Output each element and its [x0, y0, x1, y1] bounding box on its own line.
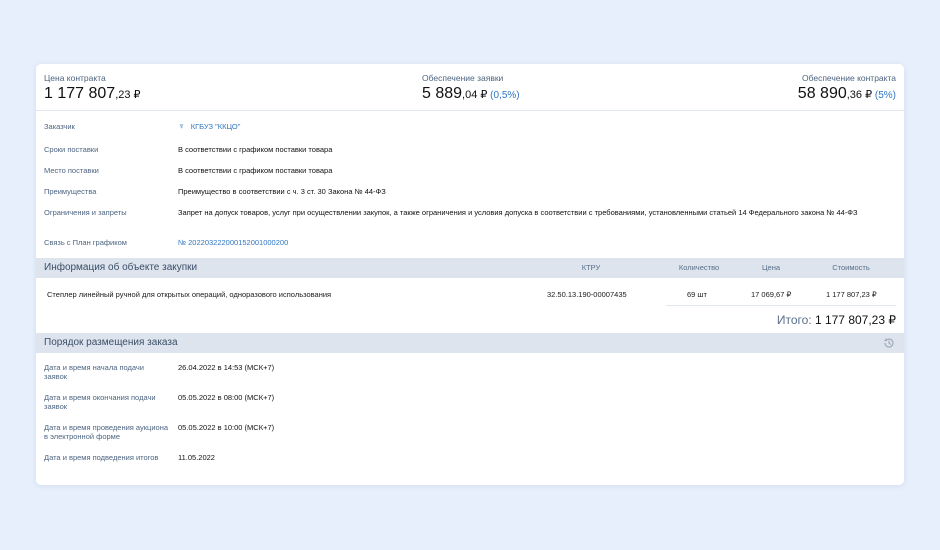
order-label: Дата и время начала подачи заявок — [44, 363, 144, 381]
detail-value: Запрет на допуск товаров, услуг при осущ… — [178, 208, 858, 217]
contract-security: Обеспечение контракта 58 890,36 ₽ (5%) — [798, 73, 896, 103]
contract-price: Цена контракта 1 177 807,23 ₽ — [44, 73, 141, 103]
total-value: 1 177 807,23 ₽ — [814, 313, 896, 327]
detail-label: Преимущества — [44, 187, 97, 196]
order-section-header: Порядок размещения заказа — [36, 333, 904, 353]
order-label: Дата и время проведения аукциона в элект… — [44, 423, 169, 441]
bid-security-label: Обеспечение заявки — [422, 73, 504, 83]
item-name: Степлер линейный ручной для открытых опе… — [47, 290, 332, 299]
purchase-section-header: Информация об объекте закупки КТРУ Колич… — [36, 258, 904, 278]
procurement-card: Цена контракта 1 177 807,23 ₽ Обеспечени… — [36, 64, 904, 485]
section-title: Информация об объекте закупки — [44, 262, 198, 273]
column-quantity: Количество — [678, 263, 720, 272]
order-label: Дата и время окончания подачи заявок — [44, 393, 156, 411]
purchase-item-row: Степлер линейный ручной для открытых опе… — [36, 278, 904, 306]
history-icon[interactable] — [882, 336, 896, 350]
detail-value: В соответствии с графиком поставки товар… — [178, 145, 333, 154]
order-value: 11.05.2022 — [178, 453, 215, 462]
column-cost: Стоимость — [832, 263, 870, 272]
customer-name: КГБУЗ "ККЦО" — [190, 122, 241, 131]
bid-security: Обеспечение заявки 5 889,04 ₽ (0,5%) — [422, 73, 520, 103]
item-price: 17 069,67 ₽ — [751, 290, 792, 299]
order-value: 05.05.2022 в 10:00 (МСК+7) — [178, 423, 275, 432]
order-value: 05.05.2022 в 08:00 (МСК+7) — [178, 393, 275, 402]
price-summary: Цена контракта 1 177 807,23 ₽ Обеспечени… — [36, 64, 904, 111]
customer-link[interactable]: ♆ КГБУЗ "ККЦО" — [178, 121, 896, 132]
detail-value: В соответствии с графиком поставки товар… — [178, 166, 333, 175]
column-ktru: КТРУ — [581, 263, 601, 272]
details-list: Заказчик ♆ КГБУЗ "ККЦО" Сроки поставки В … — [36, 111, 904, 258]
section-title: Порядок размещения заказа — [44, 337, 178, 348]
item-cost: 1 177 807,23 ₽ — [826, 290, 877, 299]
column-price: Цена — [761, 263, 781, 272]
detail-label: Ограничения и запреты — [44, 208, 127, 217]
order-label: Дата и время подведения итогов — [44, 453, 159, 462]
order-value: 26.04.2022 в 14:53 (МСК+7) — [178, 363, 275, 372]
plan-schedule-link[interactable]: № 202203222000152001000200 — [178, 238, 896, 247]
total-label: Итого: — [776, 313, 815, 327]
detail-label: Сроки поставки — [44, 145, 99, 154]
emblem-icon: ♆ — [178, 121, 185, 131]
contract-security-value: 58 890,36 ₽ (5%) — [797, 85, 896, 102]
item-quantity: 69 шт — [687, 290, 707, 299]
purchase-total: Итого: 1 177 807,23 ₽ — [36, 306, 904, 333]
detail-label: Место поставки — [44, 166, 99, 175]
detail-label: Связь с План графиком — [44, 238, 127, 247]
detail-value: Преимущество в соответствии с ч. 3 ст. 3… — [178, 187, 386, 196]
contract-price-label: Цена контракта — [44, 73, 106, 83]
contract-price-value: 1 177 807,23 ₽ — [44, 85, 141, 102]
bid-security-value: 5 889,04 ₽ (0,5%) — [422, 85, 520, 102]
detail-label: Заказчик — [44, 122, 75, 131]
contract-security-label: Обеспечение контракта — [801, 73, 896, 83]
item-ktru: 32.50.13.190-00007435 — [547, 290, 627, 299]
